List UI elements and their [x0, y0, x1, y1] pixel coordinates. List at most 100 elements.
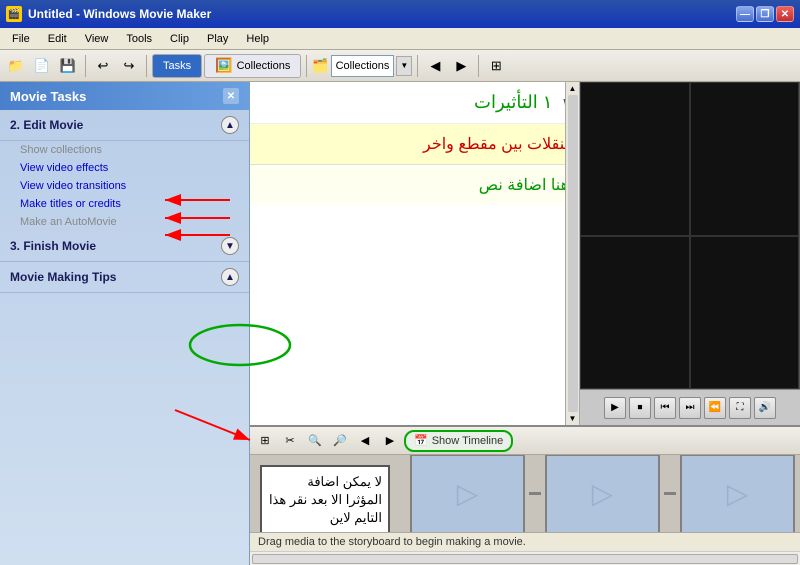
play-button[interactable]: ▶ — [604, 397, 626, 419]
toolbar-separator-1 — [85, 55, 86, 77]
arabic-text-2: تنقلات بين مقطع واخر — [250, 124, 579, 165]
open-button[interactable]: 📄 — [30, 54, 54, 78]
show-timeline-button[interactable]: 📅 Show Timeline — [404, 430, 513, 452]
section-finish-movie-label: 3. Finish Movie — [10, 239, 96, 253]
collections-tab-1[interactable]: 🖼️ Collections — [204, 54, 301, 78]
collections-combobox[interactable]: Collections — [331, 55, 395, 77]
forward-button[interactable]: ▶ — [449, 54, 473, 78]
grid-button[interactable]: ⊞ — [484, 54, 508, 78]
menu-help[interactable]: Help — [238, 31, 277, 47]
sb-zoom-out-btn[interactable]: 🔎 — [329, 430, 351, 452]
section-finish-movie: 3. Finish Movie ▼ — [0, 231, 249, 262]
arabic-callout: لا يمكن اضافة المؤثرا الا بعد نقر هذا ال… — [260, 465, 390, 532]
menu-tools[interactable]: Tools — [118, 31, 160, 47]
storyboard-area: ⊞ ✂ 🔍 🔎 ◀ ▶ 📅 Show Timeline لا يمكن اضاف… — [250, 425, 800, 565]
panel-header: Movie Tasks ✕ — [0, 82, 249, 110]
storyboard-frame-1: ▷ — [410, 455, 525, 532]
fullscreen-button[interactable]: ⛶ — [729, 397, 751, 419]
vertical-scrollbar[interactable]: ▲ ▼ — [565, 82, 579, 425]
toolbar-separator-2 — [146, 55, 147, 77]
menu-view[interactable]: View — [77, 31, 117, 47]
menu-clip[interactable]: Clip — [162, 31, 197, 47]
preview-grid — [580, 82, 800, 389]
storyboard-frame-2: ▷ — [545, 455, 660, 532]
back-button[interactable]: ◀ — [423, 54, 447, 78]
menu-edit[interactable]: Edit — [40, 31, 75, 47]
section-tips: Movie Making Tips ▲ — [0, 262, 249, 293]
menu-file[interactable]: File — [4, 31, 38, 47]
new-button[interactable]: 📁 — [4, 54, 28, 78]
toolbar-separator-5 — [478, 55, 479, 77]
arabic-text-3: هنا اضافة نص — [250, 165, 579, 205]
collections-dropdown-button[interactable]: ▼ — [396, 56, 412, 76]
volume-button[interactable]: 🔊 — [754, 397, 776, 419]
show-timeline-label: Show Timeline — [432, 435, 504, 447]
section-edit-expand[interactable]: ▲ — [221, 116, 239, 134]
horizontal-scrollbar[interactable] — [250, 551, 800, 565]
sb-zoom-in-btn[interactable]: 🔍 — [304, 430, 326, 452]
main-area: Movie Tasks ✕ 2. Edit Movie ▲ Show colle… — [0, 82, 800, 565]
toolbar: 📁 📄 💾 ↩ ↪ Tasks 🖼️ Collections 🗂️ Collec… — [0, 50, 800, 82]
app-window: 🎬 Untitled - Windows Movie Maker — ❐ ✕ F… — [0, 0, 800, 565]
menu-play[interactable]: Play — [199, 31, 236, 47]
window-title: Untitled - Windows Movie Maker — [28, 7, 211, 21]
redo-button[interactable]: ↪ — [117, 54, 141, 78]
frame-3-box[interactable]: ▷ — [680, 455, 795, 532]
panel-close-button[interactable]: ✕ — [223, 88, 239, 104]
content-row: ١ ١ التأثيرات تنقلات بين مقطع واخر هنا ا… — [250, 82, 800, 425]
center-area: ١ ١ التأثيرات تنقلات بين مقطع واخر هنا ا… — [250, 82, 800, 565]
tasks-tab-label: Tasks — [163, 60, 191, 72]
section-edit-movie: 2. Edit Movie ▲ — [0, 110, 249, 141]
toolbar-separator-4 — [417, 55, 418, 77]
sb-scissors-btn[interactable]: ✂ — [279, 430, 301, 452]
storyboard-frames: لا يمكن اضافة المؤثرا الا بعد نقر هذا ال… — [250, 455, 800, 532]
section-tips-expand[interactable]: ▲ — [221, 268, 239, 286]
stop-button[interactable]: ⏹ — [629, 397, 651, 419]
collections-combobox-value: Collections — [336, 60, 390, 72]
frame-connector-2 — [664, 492, 676, 495]
next-frame-button[interactable]: ⏭ — [679, 397, 701, 419]
rewind-button[interactable]: ⏪ — [704, 397, 726, 419]
section-finish-expand[interactable]: ▼ — [221, 237, 239, 255]
storyboard-toolbar: ⊞ ✂ 🔍 🔎 ◀ ▶ 📅 Show Timeline — [250, 427, 800, 455]
sb-grid-btn[interactable]: ⊞ — [254, 430, 276, 452]
prev-frame-button[interactable]: ⏮ — [654, 397, 676, 419]
save-button[interactable]: 💾 — [56, 54, 80, 78]
arabic-area: ١ ١ التأثيرات تنقلات بين مقطع واخر هنا ا… — [250, 82, 580, 425]
preview-cell-4 — [690, 236, 800, 390]
preview-controls: ▶ ⏹ ⏮ ⏭ ⏪ ⛶ 🔊 — [580, 389, 800, 425]
view-video-effects-link[interactable]: View video effects — [0, 159, 249, 177]
title-bar: 🎬 Untitled - Windows Movie Maker — ❐ ✕ — [0, 0, 800, 28]
drag-media-text: Drag media to the storyboard to begin ma… — [258, 536, 526, 548]
close-button[interactable]: ✕ — [776, 6, 794, 22]
preview-screen — [580, 82, 800, 389]
make-automovie-link[interactable]: Make an AutoMovie — [0, 213, 249, 231]
show-collections-link[interactable]: Show collections — [0, 141, 249, 159]
restore-button[interactable]: ❐ — [756, 6, 774, 22]
make-titles-link[interactable]: Make titles or credits — [0, 195, 249, 213]
preview-panel: ▶ ⏹ ⏮ ⏭ ⏪ ⛶ 🔊 — [580, 82, 800, 425]
scrollbar-track[interactable] — [252, 554, 798, 564]
view-video-transitions-link[interactable]: View video transitions — [0, 177, 249, 195]
tasks-tab[interactable]: Tasks — [152, 54, 202, 78]
sb-next-btn[interactable]: ▶ — [379, 430, 401, 452]
minimize-button[interactable]: — — [736, 6, 754, 22]
show-timeline-icon: 📅 — [414, 434, 428, 447]
frame-1-arrow: ▷ — [457, 477, 479, 510]
left-panel: Movie Tasks ✕ 2. Edit Movie ▲ Show colle… — [0, 82, 250, 565]
frame-connector-1 — [529, 492, 541, 495]
collections-tab-1-label: Collections — [237, 60, 291, 72]
title-bar-left: 🎬 Untitled - Windows Movie Maker — [6, 6, 211, 22]
sb-prev-btn[interactable]: ◀ — [354, 430, 376, 452]
frame-2-box[interactable]: ▷ — [545, 455, 660, 532]
frame-1-box[interactable]: ▷ — [410, 455, 525, 532]
preview-cell-1 — [580, 82, 690, 236]
toolbar-separator-3 — [306, 55, 307, 77]
frame-3-arrow: ▷ — [727, 477, 749, 510]
frame-2-arrow: ▷ — [592, 477, 614, 510]
drag-media-bar: Drag media to the storyboard to begin ma… — [250, 532, 800, 551]
preview-cell-3 — [580, 236, 690, 390]
undo-button[interactable]: ↩ — [91, 54, 115, 78]
title-controls: — ❐ ✕ — [736, 6, 794, 22]
menu-bar: File Edit View Tools Clip Play Help — [0, 28, 800, 50]
